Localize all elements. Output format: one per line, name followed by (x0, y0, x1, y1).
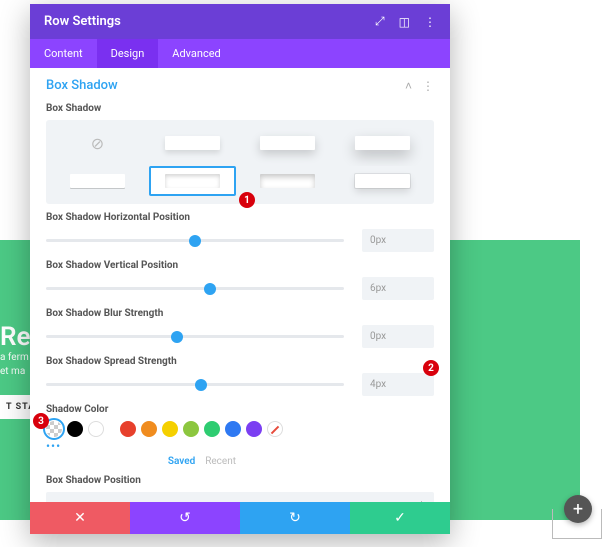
preset-1[interactable] (149, 128, 236, 158)
blur-value[interactable]: 0px (362, 325, 434, 348)
swatch-orange[interactable] (141, 421, 157, 437)
blur-thumb[interactable] (171, 331, 183, 343)
swatch-red[interactable] (120, 421, 136, 437)
swatch-none[interactable] (267, 421, 283, 437)
select-arrows-icon: ▴▾ (419, 501, 424, 503)
swatch-tab-saved[interactable]: Saved (168, 456, 195, 467)
annotation-badge-1: 1 (239, 192, 255, 208)
swatch-white[interactable] (88, 421, 104, 437)
expand-icon[interactable]: ⤢ (375, 14, 385, 29)
h-slider[interactable] (46, 239, 344, 242)
swatch-tab-recent[interactable]: Recent (205, 456, 236, 467)
spread-slider[interactable] (46, 383, 344, 386)
more-colors-icon[interactable]: ••• (46, 439, 434, 453)
h-value[interactable]: 0px (362, 229, 434, 252)
shadow-preset-grid: ⊘ (46, 120, 434, 204)
tab-advanced[interactable]: Advanced (158, 39, 234, 68)
swatch-blue[interactable] (225, 421, 241, 437)
hero-title-fragment: Re (0, 322, 31, 352)
collapse-icon[interactable]: ˄ (405, 79, 412, 93)
swatch-black[interactable] (67, 421, 83, 437)
swatch-purple[interactable] (246, 421, 262, 437)
section-header: Box Shadow ˄ ⋮ (46, 78, 434, 93)
settings-panel[interactable]: Box Shadow ˄ ⋮ Box Shadow ⊘ Box Shadow H… (30, 68, 450, 502)
position-label: Box Shadow Position (46, 475, 434, 486)
add-button[interactable]: + (564, 495, 592, 523)
swatch-green[interactable] (204, 421, 220, 437)
preset-7[interactable] (339, 166, 426, 196)
modal-footer: ✕ ↺ ↻ ✓ (30, 502, 450, 534)
swatch-tabs: Saved Recent (46, 456, 236, 467)
hero-line1-fragment: a ferm (0, 352, 29, 363)
modal-tabs: Content Design Advanced (30, 39, 450, 68)
undo-button[interactable]: ↺ (130, 502, 240, 534)
modal-title: Row Settings (44, 14, 121, 29)
bottom-right-add: + (552, 509, 602, 539)
cancel-button[interactable]: ✕ (30, 502, 130, 534)
header-icons: ⤢ ◫ ⋮ (375, 14, 436, 29)
v-thumb[interactable] (204, 283, 216, 295)
blur-slider[interactable] (46, 335, 344, 338)
annotation-badge-3: 3 (33, 413, 49, 429)
preset-2[interactable] (244, 128, 331, 158)
v-label: Box Shadow Vertical Position (46, 260, 434, 271)
v-value[interactable]: 6px (362, 277, 434, 300)
section-title[interactable]: Box Shadow (46, 78, 118, 93)
preset-label: Box Shadow (46, 103, 434, 114)
save-button[interactable]: ✓ (350, 502, 450, 534)
redo-button[interactable]: ↻ (240, 502, 350, 534)
none-icon: ⊘ (91, 134, 104, 153)
preset-none[interactable]: ⊘ (54, 128, 141, 158)
color-label: Shadow Color (46, 404, 434, 415)
swatch-yellow[interactable] (162, 421, 178, 437)
layout-icon[interactable]: ◫ (399, 15, 410, 29)
color-swatches (46, 421, 434, 437)
tab-content[interactable]: Content (30, 39, 97, 68)
preset-5-selected[interactable] (149, 166, 236, 196)
position-select[interactable]: Outer Shadow ▴▾ (46, 492, 434, 502)
spread-label: Box Shadow Spread Strength (46, 356, 434, 367)
kebab-icon[interactable]: ⋮ (424, 15, 436, 29)
preset-6[interactable] (244, 166, 331, 196)
hero-line2-fragment: et ma (0, 366, 25, 377)
preset-3[interactable] (339, 128, 426, 158)
spread-value[interactable]: 4px (362, 373, 434, 396)
v-slider[interactable] (46, 287, 344, 290)
position-select-value: Outer Shadow (56, 500, 125, 502)
h-label: Box Shadow Horizontal Position (46, 212, 434, 223)
row-settings-modal: Row Settings ⤢ ◫ ⋮ Content Design Advanc… (30, 4, 450, 534)
spread-thumb[interactable] (195, 379, 207, 391)
modal-header: Row Settings ⤢ ◫ ⋮ (30, 4, 450, 39)
blur-label: Box Shadow Blur Strength (46, 308, 434, 319)
preset-4[interactable] (54, 166, 141, 196)
h-thumb[interactable] (189, 235, 201, 247)
swatch-lime[interactable] (183, 421, 199, 437)
section-kebab-icon[interactable]: ⋮ (422, 79, 434, 93)
tab-design[interactable]: Design (97, 39, 159, 68)
annotation-badge-2: 2 (423, 360, 439, 376)
